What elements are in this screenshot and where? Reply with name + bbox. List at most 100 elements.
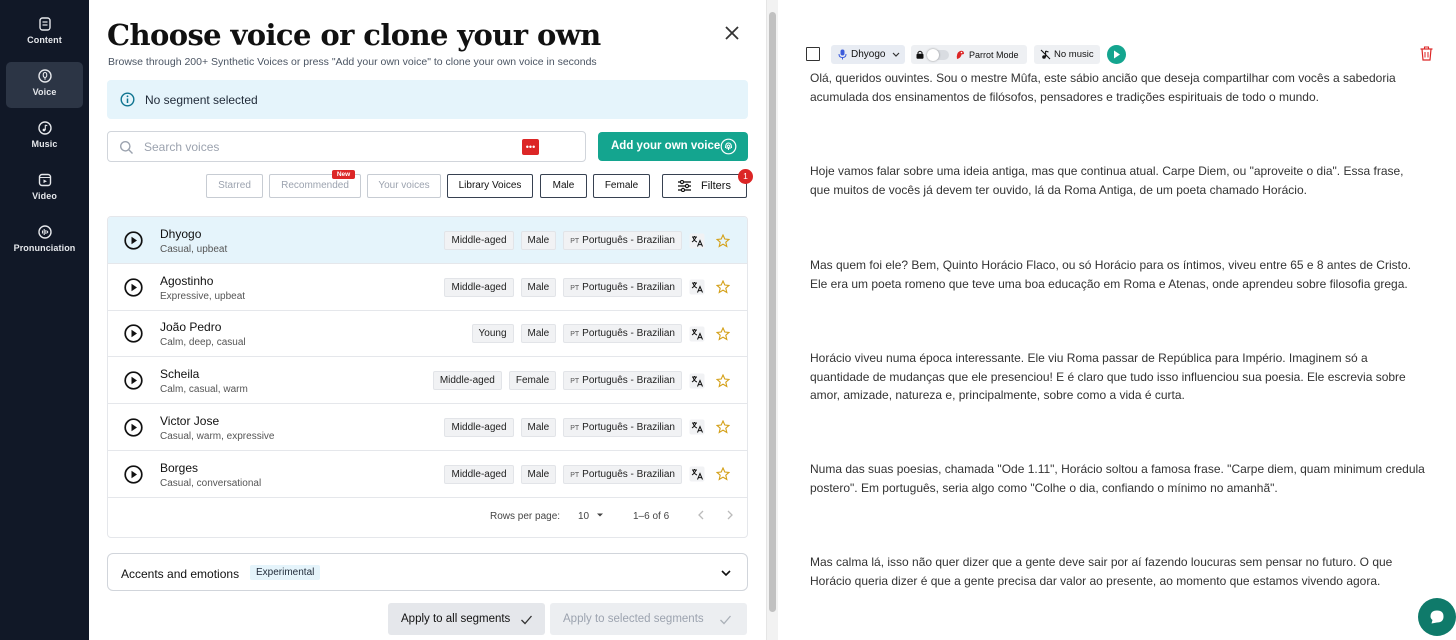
star-icon[interactable] xyxy=(716,326,730,341)
language-code: PT xyxy=(570,284,580,292)
language-tag: PT Português - Brazilian xyxy=(563,417,682,437)
info-icon xyxy=(120,92,135,107)
music-selector[interactable]: No music xyxy=(1034,45,1100,64)
generate-audio-button[interactable] xyxy=(1107,45,1126,64)
voice-name: Dhyogo xyxy=(160,227,202,241)
filter-female[interactable]: Female xyxy=(593,174,650,198)
voice-row[interactable]: Victor Jose Casual, warm, expressive Middl… xyxy=(108,404,747,451)
close-icon[interactable] xyxy=(721,22,743,44)
star-icon[interactable] xyxy=(716,467,730,481)
accents-and-emotions-accordion[interactable]: Accents and emotions Experimental xyxy=(107,553,748,591)
gender-tag: Male xyxy=(520,324,557,344)
voice-icon xyxy=(37,69,52,83)
script-paragraph[interactable]: Hoje vamos falar sobre uma ideia antiga,… xyxy=(810,162,1425,199)
gender-tag: Female xyxy=(508,371,557,391)
add-your-own-voice-button[interactable]: Add your own voice xyxy=(598,132,748,161)
segment-voice-dropdown[interactable]: Dhyogo xyxy=(831,45,905,64)
voice-row[interactable]: João Pedro Calm, deep, casual Young Male PT P… xyxy=(108,310,747,358)
apply-selected-label: Apply to selected segments xyxy=(563,613,704,625)
video-icon xyxy=(38,173,51,187)
star-icon[interactable] xyxy=(716,233,730,248)
play-circle-icon[interactable] xyxy=(124,464,143,484)
chevron-down-icon xyxy=(721,570,731,577)
voice-tags: Middle-aged Male PT Português - Brazilian xyxy=(444,464,730,484)
language-tag: PT Português - Brazilian xyxy=(563,277,682,297)
nav-item-voice[interactable]: Voice xyxy=(6,62,83,108)
script-paragraph[interactable]: Mas quem foi ele? Bem, Quinto Horácio Fl… xyxy=(810,256,1425,293)
nav-item-video[interactable]: Video xyxy=(6,166,83,212)
info-banner: No segment selected xyxy=(107,80,748,119)
voice-search-extension-icon[interactable]: ••• xyxy=(522,139,539,155)
star-icon[interactable] xyxy=(716,373,730,388)
scrollbar-thumb[interactable] xyxy=(769,12,776,612)
voice-tags: Young Male PT Português - Brazilian xyxy=(471,324,730,344)
age-tag: Middle-aged xyxy=(432,371,502,391)
play-circle-icon[interactable] xyxy=(124,278,143,297)
nav-item-pronunciation[interactable]: Pronunciation xyxy=(6,218,83,264)
voice-tags: Middle-aged Male PT Português - Brazilian xyxy=(444,231,730,250)
panel-scrollbar[interactable] xyxy=(766,0,778,640)
voice-row[interactable]: Dhyogo Casual, upbeat Middle-aged Male PT Por… xyxy=(108,217,747,264)
chevron-left-icon[interactable] xyxy=(695,509,707,521)
script-editor: Dhyogo Parrot Mode No music Olá, querido… xyxy=(778,0,1456,640)
voice-name: Borges xyxy=(160,460,199,475)
voice-description: Expressive, upbeat xyxy=(160,290,246,302)
chat-support-button[interactable] xyxy=(1418,598,1456,636)
music-label: No music xyxy=(1054,49,1094,60)
parrot-mode-toggle[interactable]: Parrot Mode xyxy=(911,45,1027,64)
lock-icon xyxy=(916,50,924,59)
voice-name: João Pedro xyxy=(160,320,222,335)
segment-checkbox[interactable] xyxy=(806,47,820,61)
parrot-mode-switch[interactable] xyxy=(927,49,949,61)
translate-icon[interactable] xyxy=(689,233,705,249)
waveform-icon xyxy=(37,225,52,239)
apply-to-all-segments-button[interactable]: Apply to all segments xyxy=(388,603,545,635)
music-off-icon xyxy=(1040,49,1051,60)
voice-row[interactable]: Agostinho Expressive, upbeat Middle-aged Ma… xyxy=(108,264,747,311)
script-paragraph[interactable]: Horácio viveu numa época interessante. E… xyxy=(810,349,1425,405)
play-circle-icon[interactable] xyxy=(124,231,143,250)
age-tag: Middle-aged xyxy=(444,277,514,297)
star-icon[interactable] xyxy=(716,420,730,434)
script-paragraph[interactable]: Olá, queridos ouvintes. Sou o mestre Mûf… xyxy=(810,69,1425,106)
language-code: PT xyxy=(570,424,580,432)
pagination-range: 1–6 of 6 xyxy=(633,511,670,522)
nav-item-content[interactable]: Content xyxy=(6,10,83,56)
voice-row[interactable]: Scheila Calm, casual, warm Middle-aged Fema… xyxy=(108,357,747,405)
play-circle-icon[interactable] xyxy=(124,371,143,390)
filters-button[interactable]: Filters 1 xyxy=(662,169,753,198)
play-circle-icon[interactable] xyxy=(124,324,143,344)
language-tag: PT Português - Brazilian xyxy=(563,371,682,391)
rows-per-page-select[interactable]: 10 xyxy=(578,511,589,522)
fingerprint-icon xyxy=(720,138,737,155)
play-sparkle-icon xyxy=(1114,50,1120,59)
apply-all-label: Apply to all segments xyxy=(401,613,511,625)
filter-your-voices[interactable]: Your voices xyxy=(367,174,441,198)
language-name: Português - Brazilian xyxy=(582,281,675,293)
translate-icon[interactable] xyxy=(689,466,705,482)
apply-to-selected-segments-button[interactable]: Apply to selected segments xyxy=(550,603,747,635)
info-text: No segment selected xyxy=(145,93,258,107)
caret-down-icon[interactable] xyxy=(595,510,605,520)
script-paragraph[interactable]: Mas calma lá, isso não quer dizer que a … xyxy=(810,553,1425,590)
voice-tags: Middle-aged Male PT Português - Brazilian xyxy=(444,417,730,437)
play-circle-icon[interactable] xyxy=(124,418,143,437)
filter-library-voices[interactable]: Library Voices xyxy=(447,174,533,198)
filter-male[interactable]: Male xyxy=(540,174,587,198)
nav-label: Music xyxy=(31,139,58,149)
trash-icon[interactable] xyxy=(1420,46,1433,61)
chat-icon xyxy=(1430,610,1444,624)
script-paragraph[interactable]: Numa das suas poesias, chamada "Ode 1.11… xyxy=(810,460,1425,497)
translate-icon[interactable] xyxy=(689,419,705,435)
translate-icon[interactable] xyxy=(689,373,705,389)
star-icon[interactable] xyxy=(716,280,730,294)
search-input[interactable] xyxy=(144,138,504,156)
nav-item-music[interactable]: Music xyxy=(6,114,83,160)
translate-icon[interactable] xyxy=(689,279,705,295)
translate-icon[interactable] xyxy=(689,326,705,342)
filter-starred[interactable]: Starred xyxy=(206,174,263,198)
language-tag: PT Português - Brazilian xyxy=(563,464,682,484)
chevron-right-icon[interactable] xyxy=(724,509,736,521)
mic-icon xyxy=(838,49,847,60)
voice-row[interactable]: Borges Casual, conversational Middle-aged M… xyxy=(108,451,747,498)
